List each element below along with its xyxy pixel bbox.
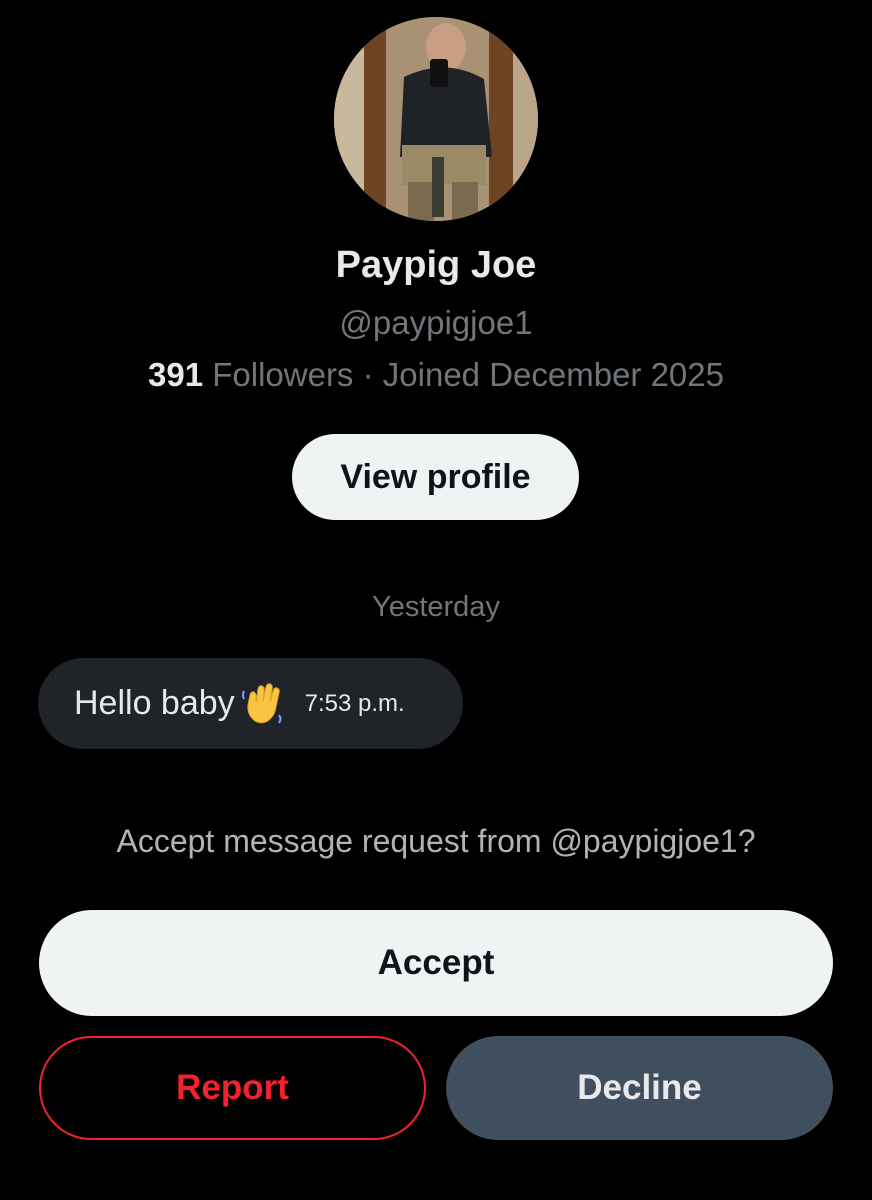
decline-button[interactable]: Decline <box>446 1036 833 1140</box>
view-profile-button[interactable]: View profile <box>292 434 579 520</box>
profile-display-name: Paypig Joe <box>335 244 537 286</box>
followers-count: 391 <box>148 356 204 393</box>
profile-handle: @paypigjoe1 <box>339 304 533 341</box>
message-bubble[interactable]: Hello baby 7:53 p.m. <box>38 658 463 749</box>
profile-avatar[interactable] <box>334 17 538 221</box>
message-request-prompt: Accept message request from @paypigjoe1? <box>116 823 756 859</box>
profile-stats: 391 Followers · Joined December 2025 <box>0 354 872 396</box>
report-button[interactable]: Report <box>39 1036 426 1140</box>
joined-date: Joined December 2025 <box>382 356 724 393</box>
followers-label: Followers <box>212 356 354 393</box>
stats-separator: · <box>362 356 374 393</box>
accept-button[interactable]: Accept <box>39 910 833 1016</box>
message-text: Hello baby <box>74 684 235 722</box>
waving-hand-icon <box>241 681 287 727</box>
avatar-photo <box>334 17 538 221</box>
message-timestamp: 7:53 p.m. <box>304 689 405 717</box>
date-divider: Yesterday <box>372 591 500 623</box>
